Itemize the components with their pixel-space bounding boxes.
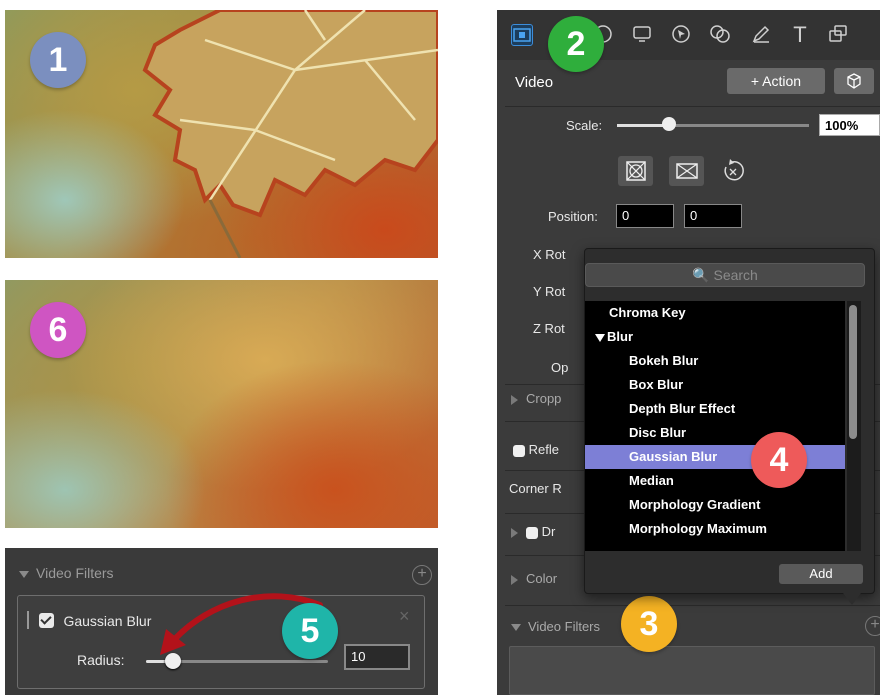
text-icon[interactable]: T	[789, 24, 811, 46]
position-y-field[interactable]: 0	[684, 204, 742, 228]
list-scrollbar-thumb[interactable]	[849, 305, 857, 439]
step-badge-1: 1	[30, 32, 86, 88]
step-badge-2: 2	[548, 16, 604, 72]
video-filters-row[interactable]: Video Filters	[511, 619, 600, 634]
circles-icon[interactable]	[709, 24, 731, 46]
divider	[505, 605, 880, 606]
blur-group-label: Blur	[607, 329, 633, 344]
cube-icon[interactable]	[834, 68, 874, 94]
step-badge-6: 6	[30, 302, 86, 358]
list-item-depth-blur-effect[interactable]: Depth Blur Effect	[585, 397, 845, 421]
cursor-icon[interactable]	[670, 24, 692, 46]
filters-drop-area	[509, 646, 875, 695]
z-rotation-label: Z Rot	[533, 321, 565, 336]
filter-list: Chroma Key Blur Bokeh Blur Box Blur Dept…	[585, 301, 845, 551]
filter-enable: Gaussian Blur	[39, 612, 151, 630]
disclosure-triangle-icon[interactable]	[511, 574, 518, 585]
search-icon: 🔍	[692, 267, 710, 283]
step-badge-3: 3	[621, 596, 677, 652]
y-rotation-label: Y Rot	[533, 284, 566, 299]
position-label: Position:	[548, 209, 598, 224]
film-icon[interactable]	[511, 24, 533, 46]
disclosure-triangle-icon[interactable]	[511, 527, 518, 538]
filter-search-input[interactable]: 🔍 Search	[585, 263, 865, 287]
add-filter-icon[interactable]: +	[865, 616, 880, 636]
list-item-box-blur[interactable]: Box Blur	[585, 373, 845, 397]
opacity-label: Op	[551, 360, 569, 375]
drop-shadow-row[interactable]: Dr	[511, 524, 555, 539]
list-item-bokeh-blur[interactable]: Bokeh Blur	[585, 349, 845, 373]
list-item-morphology-maximum[interactable]: Morphology Maximum	[585, 517, 845, 541]
cropping-label: Cropp	[526, 391, 562, 406]
reset-icon[interactable]	[720, 156, 755, 186]
scale-value-field[interactable]: 100%	[819, 114, 880, 136]
video-filters-header[interactable]: Video Filters	[19, 565, 114, 581]
popover-arrow	[843, 593, 861, 605]
fit-icon[interactable]	[618, 156, 653, 186]
corner-radius-label: Corner R	[509, 481, 562, 496]
step-badge-4: 4	[751, 432, 807, 488]
cropping-row[interactable]: Cropp	[511, 391, 561, 406]
list-item-median[interactable]: Median	[585, 469, 845, 493]
disclosure-triangle-icon[interactable]	[511, 624, 521, 632]
search-placeholder: Search	[713, 267, 758, 283]
position-x-field[interactable]: 0	[616, 204, 674, 228]
reflection-checkbox[interactable]	[513, 444, 525, 457]
color-controls-label: Color	[526, 571, 558, 586]
callout-icon[interactable]	[827, 24, 849, 46]
section-title-video: Video	[515, 74, 554, 91]
drop-shadow-label: Dr	[541, 524, 556, 539]
x-rotation-label: X Rot	[533, 247, 566, 262]
list-item-chroma-key[interactable]: Chroma Key	[585, 301, 845, 325]
disclosure-triangle-icon[interactable]	[19, 570, 29, 578]
step-badge-5: 5	[282, 603, 338, 659]
drop-shadow-checkbox[interactable]	[526, 526, 538, 539]
scale-label: Scale:	[566, 118, 603, 133]
add-filter-button[interactable]: Add	[779, 564, 863, 584]
radius-value-field[interactable]: 10	[344, 644, 410, 670]
divider	[505, 106, 880, 107]
drag-handle-icon[interactable]	[27, 611, 29, 629]
expanded-triangle-icon[interactable]	[595, 333, 605, 342]
filter-name: Gaussian Blur	[63, 612, 152, 629]
radius-label: Radius:	[77, 652, 125, 668]
list-item-blur-group[interactable]: Blur	[585, 325, 845, 349]
reflection-label: Refle	[528, 442, 559, 457]
filter-enabled-checkbox[interactable]	[39, 613, 54, 629]
add-action-button[interactable]: + Action	[727, 68, 825, 94]
scale-slider-knob[interactable]	[662, 117, 676, 131]
fill-icon[interactable]	[669, 156, 704, 186]
filter-chooser-popover: 🔍 Search Chroma Key Blur Bokeh Blur Box …	[584, 248, 875, 594]
add-filter-icon[interactable]: +	[412, 565, 432, 585]
screen-icon[interactable]	[631, 24, 653, 46]
disclosure-triangle-icon[interactable]	[511, 394, 518, 405]
pen-icon[interactable]	[750, 24, 772, 46]
video-filters-section-label: Video Filters	[528, 619, 601, 634]
remove-filter-icon[interactable]: ×	[399, 606, 410, 627]
reflection-row[interactable]: Refle	[513, 442, 559, 457]
list-item-disc-blur[interactable]: Disc Blur	[585, 421, 845, 445]
color-controls-row[interactable]: Color	[511, 571, 557, 586]
list-item-morphology-gradient[interactable]: Morphology Gradient	[585, 493, 845, 517]
video-filters-label: Video Filters	[36, 565, 114, 581]
